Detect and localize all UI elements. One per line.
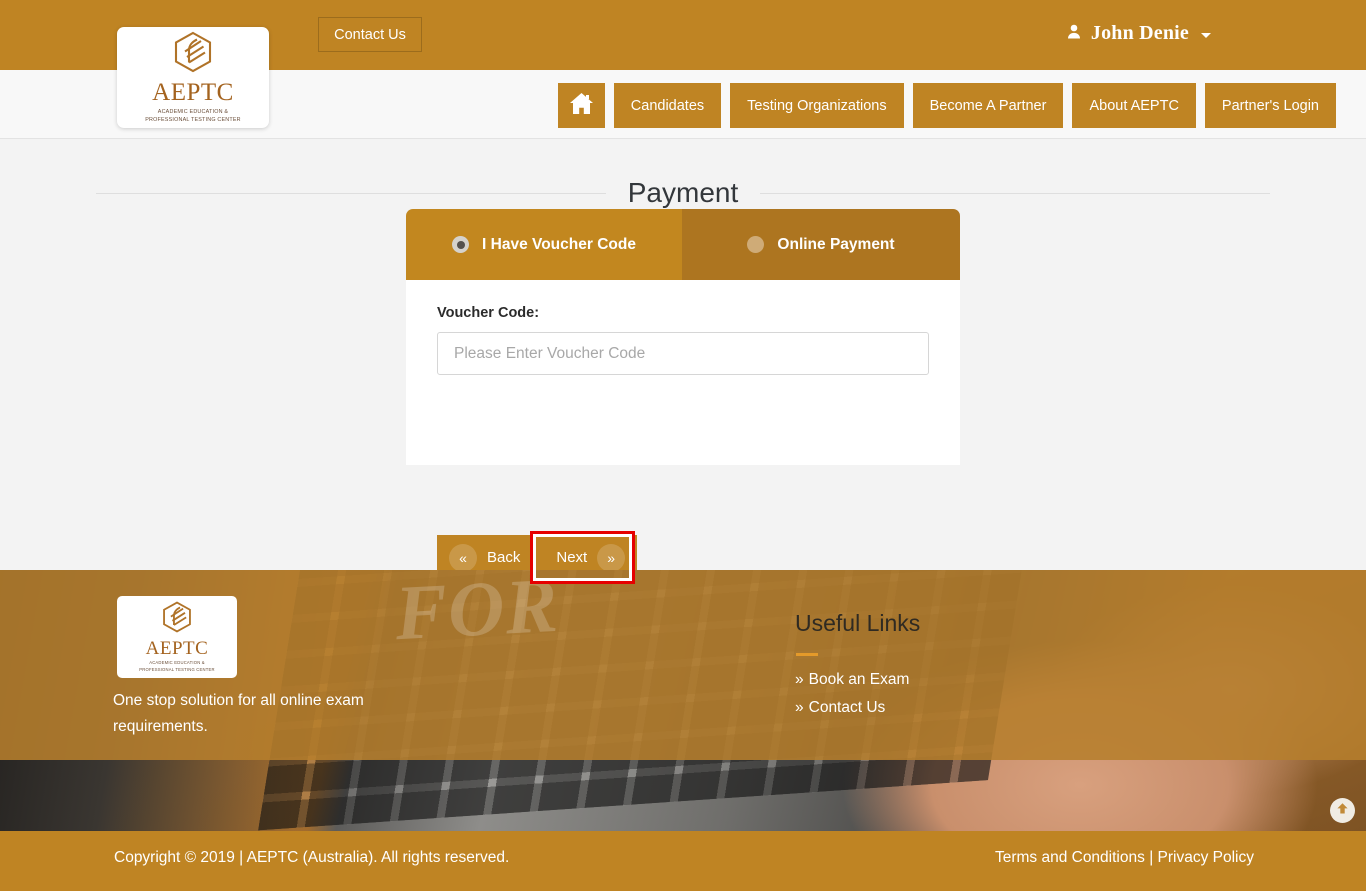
page-title-row: Payment <box>96 179 1270 207</box>
privacy-policy-link[interactable]: Privacy Policy <box>1158 849 1254 866</box>
next-button-label: Next <box>556 549 588 566</box>
logo-tagline-line1: ACADEMIC EDUCATION & <box>157 108 229 115</box>
nav-item-home[interactable] <box>557 83 605 128</box>
tab-label: Online Payment <box>777 235 895 253</box>
footer-watermark: FOR <box>392 560 561 657</box>
nav-item-label: Become A Partner <box>929 97 1047 114</box>
footer-logo-wordmark: AEPTC <box>145 638 209 660</box>
tab-i-have-voucher-code[interactable]: I Have Voucher Code <box>406 209 682 280</box>
copyright-text: Copyright © 2019 | AEPTC (Australia). Al… <box>114 849 510 866</box>
contact-us-button[interactable]: Contact Us <box>318 17 422 52</box>
tab-online-payment[interactable]: Online Payment <box>682 209 960 280</box>
footer-logo[interactable]: AEPTC ACADEMIC EDUCATION & PROFESSIONAL … <box>117 596 237 678</box>
chevron-down-icon <box>1201 33 1211 38</box>
footer-link-book-an-exam[interactable]: » Book an Exam <box>795 671 909 690</box>
footer-tagline: One stop solution for all online exam re… <box>113 692 364 735</box>
footer-link-contact-us[interactable]: » Contact Us <box>795 699 909 718</box>
footer-logo-tagline: ACADEMIC EDUCATION & PROFESSIONAL TESTIN… <box>139 660 214 673</box>
nav-item-about-aeptc[interactable]: About AEPTC <box>1072 83 1196 128</box>
home-icon <box>569 92 594 119</box>
scroll-to-top-button[interactable] <box>1330 798 1355 823</box>
footer-logo-tagline-line2: PROFESSIONAL TESTING CENTER <box>139 666 215 672</box>
nav-item-label: Candidates <box>630 97 705 114</box>
main-content: Payment I Have Voucher Code Online Payme… <box>0 139 1366 584</box>
voucher-code-input[interactable] <box>437 332 929 375</box>
nav-item-partners-login[interactable]: Partner's Login <box>1204 83 1336 128</box>
page-root: Contact Us John Denie Candidates Testing… <box>0 0 1366 891</box>
chevron-double-right-icon: » <box>795 698 804 716</box>
title-divider-right <box>760 192 1270 194</box>
voucher-code-label: Voucher Code: <box>437 305 540 321</box>
payment-card: I Have Voucher Code Online Payment Vouch… <box>406 209 960 465</box>
footer-link-label: Book an Exam <box>808 671 910 688</box>
payment-method-tabs: I Have Voucher Code Online Payment <box>406 209 960 280</box>
arrow-up-icon <box>1335 801 1350 821</box>
useful-links-underline <box>796 653 818 656</box>
aeptc-hexagon-logo-icon <box>171 31 215 78</box>
nav-items: Candidates Testing Organizations Become … <box>557 83 1336 128</box>
chevron-double-right-icon: » <box>597 543 626 572</box>
footer-link-label: Contact Us <box>808 698 886 716</box>
nav-item-candidates[interactable]: Candidates <box>613 83 722 128</box>
user-menu[interactable]: John Denie <box>1067 22 1211 45</box>
title-divider-left <box>96 192 606 194</box>
legal-separator: | <box>1149 849 1154 866</box>
useful-links-list: » Book an Exam » Contact Us <box>795 671 909 717</box>
chevron-double-right-icon: » <box>795 671 804 688</box>
footer-logo-tagline-line1: ACADEMIC EDUCATION & <box>149 660 205 666</box>
logo-tagline-line2: PROFESSIONAL TESTING CENTER <box>145 117 241 123</box>
terms-and-conditions-link[interactable]: Terms and Conditions <box>995 849 1145 866</box>
useful-links-heading: Useful Links <box>795 610 921 636</box>
nav-item-label: Testing Organizations <box>747 97 887 114</box>
nav-item-label: Partner's Login <box>1221 97 1319 114</box>
legal-links: Terms and Conditions | Privacy Policy <box>995 849 1254 867</box>
aeptc-hexagon-logo-icon <box>160 601 194 638</box>
nav-item-become-a-partner[interactable]: Become A Partner <box>912 83 1064 128</box>
user-icon <box>1067 24 1081 44</box>
contact-us-label: Contact Us <box>334 26 406 43</box>
page-title: Payment <box>627 177 739 208</box>
copyright-bar: Copyright © 2019 | AEPTC (Australia). Al… <box>0 831 1366 891</box>
logo-wordmark: AEPTC <box>152 78 234 106</box>
radio-unselected-icon[interactable] <box>747 236 765 253</box>
user-name: John Denie <box>1090 22 1189 44</box>
tab-label: I Have Voucher Code <box>482 235 636 253</box>
nav-item-label: About AEPTC <box>1089 97 1179 114</box>
radio-selected-icon[interactable] <box>452 236 470 253</box>
nav-item-testing-organizations[interactable]: Testing Organizations <box>730 83 904 128</box>
payment-card-body: Voucher Code: <box>406 280 960 465</box>
site-logo[interactable]: AEPTC ACADEMIC EDUCATION & PROFESSIONAL … <box>117 27 269 128</box>
logo-tagline: ACADEMIC EDUCATION & PROFESSIONAL TESTIN… <box>145 108 241 124</box>
